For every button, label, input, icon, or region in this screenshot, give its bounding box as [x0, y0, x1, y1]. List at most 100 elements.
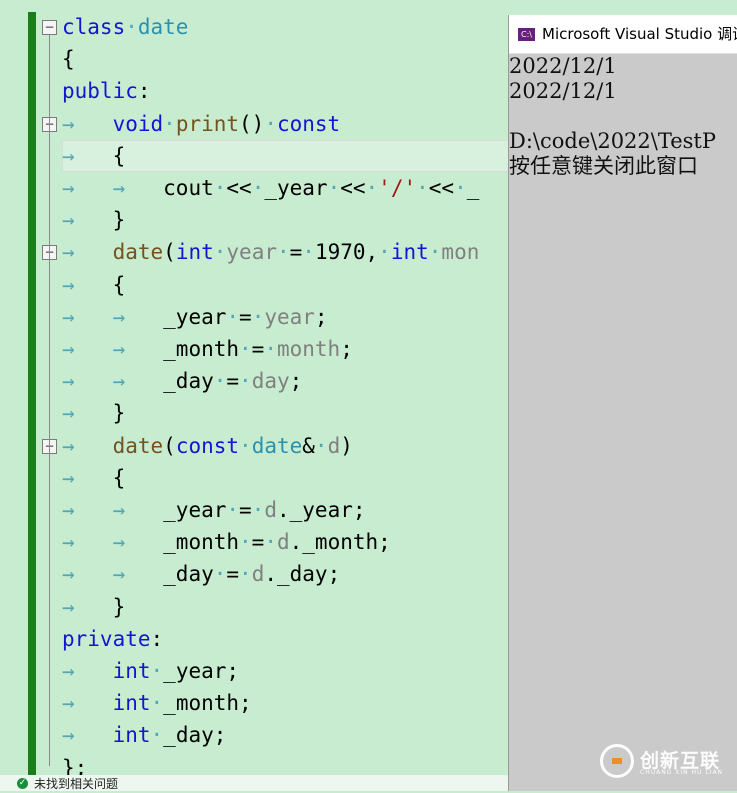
- code-line[interactable]: → → _month·=·d._month;: [36, 526, 508, 558]
- whitespace-marker: →: [62, 594, 113, 619]
- code-text: → void·print()·const: [62, 108, 340, 140]
- code-line[interactable]: → int·_day;: [36, 719, 508, 751]
- whitespace-marker: →: [62, 143, 113, 168]
- code-token: =: [251, 337, 265, 361]
- code-line[interactable]: → {: [36, 139, 508, 172]
- fold-guide-line: [49, 453, 50, 605]
- debug-console-window[interactable]: C:\ Microsoft Visual Studio 调试 2022/12/1 2…: [508, 15, 737, 791]
- code-token: 1970,: [314, 240, 379, 265]
- whitespace-marker: →: [62, 272, 113, 297]
- code-line[interactable]: → {: [36, 462, 508, 494]
- code-token: date: [112, 240, 164, 265]
- code-token: private: [62, 626, 151, 651]
- code-line[interactable]: −→ date(int·year·=·1970,·int·mon: [36, 236, 508, 268]
- code-text: → → _day·=·d._day;: [62, 558, 340, 590]
- code-line[interactable]: → int·_year;: [36, 655, 508, 687]
- code-line[interactable]: → }: [36, 204, 508, 236]
- code-token: <<: [340, 176, 366, 200]
- code-token: =: [289, 240, 303, 265]
- code-token: '/': [378, 176, 417, 200]
- code-line[interactable]: private:: [36, 623, 508, 655]
- code-token: _month: [163, 337, 240, 361]
- whitespace-marker: →: [62, 433, 113, 458]
- fold-collapse-icon[interactable]: −: [42, 20, 57, 35]
- code-line[interactable]: → → _day·=·d._day;: [36, 558, 508, 590]
- whitespace-marker: →: [62, 401, 113, 426]
- code-token: {: [112, 272, 126, 297]
- code-token: _: [466, 176, 480, 200]
- code-token: =: [251, 530, 265, 555]
- code-text: → int·_day;: [62, 719, 226, 751]
- whitespace-marker: ·: [226, 304, 240, 329]
- code-line[interactable]: public:: [36, 75, 508, 107]
- code-line[interactable]: → }: [36, 397, 508, 429]
- code-line[interactable]: → → _year·=·d._year;: [36, 494, 508, 526]
- code-token: year: [264, 304, 315, 329]
- code-token: }: [112, 401, 126, 426]
- code-line[interactable]: };: [36, 752, 508, 775]
- code-text: → → _day·=·day;: [62, 365, 302, 397]
- whitespace-marker: ·: [327, 176, 341, 200]
- code-token: month: [276, 337, 341, 361]
- whitespace-marker: ·: [213, 176, 227, 200]
- code-text: private:: [62, 623, 163, 655]
- code-token: =: [239, 498, 252, 522]
- whitespace-marker: → →: [62, 337, 164, 361]
- code-line[interactable]: → → _day·=·day;: [36, 365, 508, 397]
- visual-studio-icon: C:\: [518, 28, 535, 41]
- code-token: (: [163, 433, 176, 458]
- code-token: {: [62, 47, 75, 72]
- console-title: Microsoft Visual Studio 调试: [542, 25, 737, 43]
- code-text: public:: [62, 75, 151, 107]
- code-text: → }: [62, 591, 125, 623]
- code-token: }: [112, 594, 126, 619]
- code-token: int: [112, 691, 151, 716]
- code-token: _year;: [163, 659, 240, 683]
- code-line[interactable]: → int·_month;: [36, 687, 508, 719]
- whitespace-marker: ·: [378, 240, 391, 265]
- whitespace-marker: →: [62, 659, 113, 683]
- code-line[interactable]: → {: [36, 269, 508, 301]
- whitespace-marker: → →: [62, 304, 164, 329]
- code-text: → {: [62, 140, 125, 172]
- whitespace-marker: ·: [251, 304, 265, 329]
- code-token: class: [62, 15, 126, 39]
- code-line[interactable]: → }: [36, 591, 508, 623]
- code-token: const: [175, 433, 240, 458]
- code-line[interactable]: → → _month·=·month;: [36, 333, 508, 365]
- console-line: 按任意键关闭此窗口: [509, 154, 698, 178]
- code-token: ._month;: [289, 530, 391, 555]
- whitespace-marker: ·: [365, 176, 379, 200]
- whitespace-marker: →: [62, 465, 113, 490]
- check-circle-icon: ✓: [17, 778, 28, 789]
- code-editor[interactable]: −class·date{public:−→ void·print()·const…: [36, 11, 508, 775]
- code-line[interactable]: − class·date: [36, 11, 508, 43]
- whitespace-marker: ·: [226, 498, 240, 522]
- console-output: 2022/12/1 2022/12/1 D:\code\2022\TestP 按任意键…: [509, 54, 737, 179]
- code-line[interactable]: → → cout·<<·_year·<<·'/'·<<·_: [36, 172, 508, 204]
- code-token: public: [62, 79, 138, 104]
- code-token: (): [239, 111, 265, 136]
- code-line[interactable]: −→ date(const·date&·d): [36, 430, 508, 462]
- code-token: _day: [163, 369, 214, 394]
- whitespace-marker: → →: [62, 530, 164, 555]
- code-token: =: [226, 369, 240, 394]
- whitespace-marker: ·: [314, 433, 328, 458]
- console-title-bar[interactable]: C:\ Microsoft Visual Studio 调试: [509, 15, 737, 54]
- whitespace-marker: ·: [428, 240, 442, 265]
- console-line: D:\code\2022\TestP: [509, 129, 717, 153]
- code-token: ;: [289, 369, 303, 394]
- code-line[interactable]: {: [36, 43, 508, 75]
- code-text: → date(int·year·=·1970,·int·mon: [62, 236, 479, 268]
- code-token: _day: [163, 562, 214, 587]
- whitespace-marker: ·: [125, 15, 138, 39]
- code-line[interactable]: → → _year·=·year;: [36, 301, 508, 333]
- code-text: → int·_month;: [62, 687, 252, 719]
- code-token: (: [163, 240, 176, 265]
- code-text: → → _month·=·month;: [62, 333, 353, 365]
- status-bar: ✓ 未找到相关问题: [0, 775, 508, 791]
- code-line[interactable]: −→ void·print()·const: [36, 108, 508, 140]
- code-token: ): [340, 433, 353, 458]
- whitespace-marker: ·: [302, 240, 315, 265]
